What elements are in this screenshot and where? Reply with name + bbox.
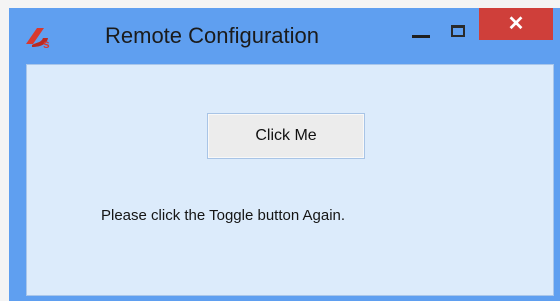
app-logo-icon[interactable]: s <box>23 22 53 52</box>
status-message: Please click the Toggle button Again. <box>101 207 346 224</box>
dialog-window: s Remote Configuration ✕ Click Me Please… <box>9 8 560 301</box>
close-icon: ✕ <box>507 13 525 35</box>
window-title: Remote Configuration <box>105 23 320 48</box>
title-bar[interactable]: s Remote Configuration ✕ <box>9 8 560 64</box>
dialog-content: Click Me Please click the Toggle button … <box>26 64 554 296</box>
close-button[interactable]: ✕ <box>479 8 553 40</box>
click-me-button[interactable]: Click Me <box>207 113 365 159</box>
minimize-icon[interactable] <box>406 18 438 48</box>
maximize-icon[interactable] <box>443 18 475 48</box>
svg-text:s: s <box>43 37 50 51</box>
